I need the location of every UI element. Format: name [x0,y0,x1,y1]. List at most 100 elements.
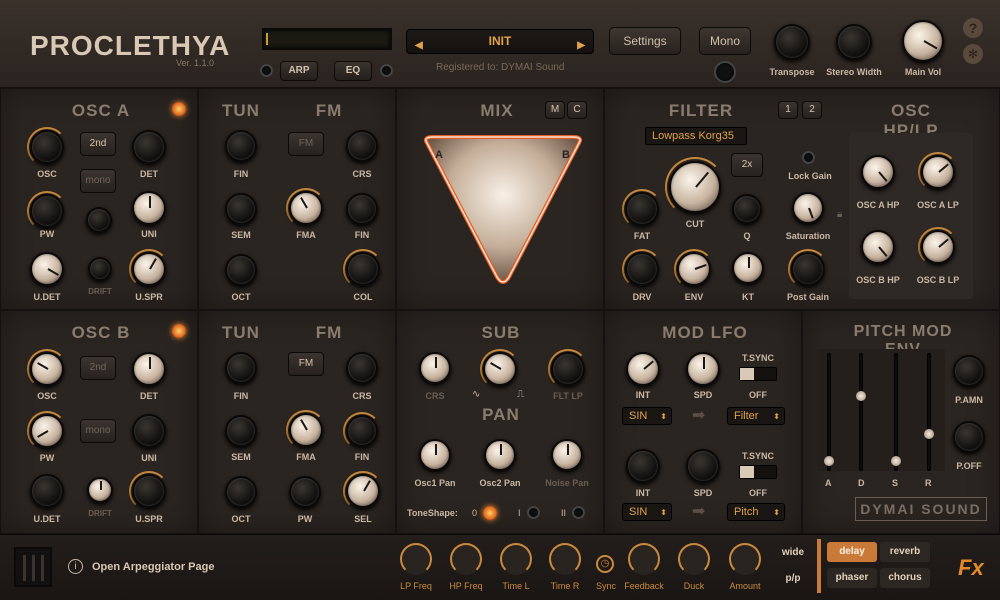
sync-clock-icon[interactable]: ◷ [596,555,614,573]
tun-b-crs-knob[interactable] [346,352,378,384]
osc1-pan-knob[interactable] [419,439,451,471]
osc-a-mid-knob[interactable] [86,207,112,233]
preset-next-icon[interactable]: ▶ [577,34,585,57]
hp-freq-knob[interactable] [450,543,482,575]
filter-2x-button[interactable]: 2x [731,153,763,177]
tun-a-fin-knob[interactable] [225,130,257,162]
tun-b-sem-knob[interactable] [225,415,257,447]
osc2-pan-knob[interactable] [484,439,516,471]
osc-a-udet-knob[interactable] [30,252,64,286]
toneshape-ii-radio[interactable] [572,506,585,519]
env-s-slider[interactable] [891,455,901,466]
phaser-button[interactable]: phaser [827,568,877,588]
filter-q-knob[interactable] [732,194,762,224]
fm-b-button[interactable]: FM [288,352,324,376]
filter-kt-knob[interactable] [732,252,764,284]
stereo-width-knob[interactable] [836,24,872,60]
lfo1-int-knob[interactable] [626,352,660,386]
gear-icon[interactable]: ✻ [963,44,983,64]
lfo2-dest-dropdown[interactable]: Pitch ⬍ [727,503,785,521]
mix-c-button[interactable]: C [567,101,587,119]
osc-a-uni-knob[interactable] [132,191,166,225]
tun-b-fin2-knob[interactable] [346,415,378,447]
osc-b-det-knob[interactable] [132,352,166,386]
tun-a-fin2-knob[interactable] [346,193,378,225]
sub-wave-knob[interactable] [483,352,517,386]
feedback-knob[interactable] [628,543,660,575]
p-amn-knob[interactable] [953,355,985,387]
filter-env-knob[interactable] [677,252,711,286]
osc-b-hp-knob[interactable] [861,230,895,264]
osc-b-power-icon[interactable] [172,324,186,338]
osc-b-uspr-knob[interactable] [132,474,166,508]
osc-a-det-knob[interactable] [132,130,166,164]
main-vol-knob[interactable] [902,20,944,62]
time-l-knob[interactable] [500,543,532,575]
osc-a-mono-button[interactable]: mono [80,169,116,193]
arp-button[interactable]: ARP [280,61,318,81]
osc-b-mono-button[interactable]: mono [80,419,116,443]
arp-grid-icon[interactable] [14,547,52,587]
env-a-slider[interactable] [824,455,834,466]
saturation-knob[interactable] [792,192,824,224]
env-d-slider[interactable] [856,390,866,401]
tun-b-sel-knob[interactable] [346,474,380,508]
filter-fat-knob[interactable] [625,192,659,226]
chorus-button[interactable]: chorus [880,568,930,588]
transpose-knob[interactable] [774,24,810,60]
filter-2-button[interactable]: 2 [802,101,822,119]
osc-b-drift-knob[interactable] [87,477,113,503]
osc-a-uspr-knob[interactable] [132,252,166,286]
pp-button[interactable]: p/p [775,569,811,589]
lfo2-int-knob[interactable] [626,449,660,483]
preset-prev-icon[interactable]: ◀ [415,34,423,57]
tun-a-crs-knob[interactable] [346,130,378,162]
filter-drv-knob[interactable] [625,252,659,286]
osc-b-osc-knob[interactable] [30,352,64,386]
lfo1-dest-dropdown[interactable]: Filter ⬍ [727,407,785,425]
tun-a-oct-knob[interactable] [225,254,257,286]
sub-flt-lp-knob[interactable] [551,352,585,386]
osc-a-lp-knob[interactable] [921,155,955,189]
lfo2-spd-knob[interactable] [686,449,720,483]
osc-a-pw-knob[interactable] [30,194,64,228]
lock-gain-led[interactable] [802,151,815,164]
osc-b-pw-knob[interactable] [30,414,64,448]
tun-b-pw-knob[interactable] [289,476,321,508]
lfo1-spd-knob[interactable] [686,352,720,386]
eq-led[interactable] [380,64,393,77]
osc-a-2nd-button[interactable]: 2nd [80,132,116,156]
lp-freq-knob[interactable] [400,543,432,575]
preset-selector[interactable]: ◀ INIT ▶ [406,29,594,54]
delay-button[interactable]: delay [827,542,877,562]
tun-a-col-knob[interactable] [346,252,380,286]
help-icon[interactable]: ? [963,18,983,38]
env-r-slider[interactable] [924,428,934,439]
duck-knob[interactable] [678,543,710,575]
sub-crs-knob[interactable] [419,352,451,384]
osc-b-udet-knob[interactable] [30,474,64,508]
toneshape-i-radio[interactable] [527,506,540,519]
reverb-button[interactable]: reverb [880,542,930,562]
amount-knob[interactable] [729,543,761,575]
time-r-knob[interactable] [549,543,581,575]
mix-m-button[interactable]: M [545,101,565,119]
osc-b-lp-knob[interactable] [921,230,955,264]
tun-b-fin-knob[interactable] [225,352,257,384]
lfo1-wave-dropdown[interactable]: SIN ⬍ [622,407,672,425]
osc-b-uni-knob[interactable] [132,414,166,448]
lfo1-tsync-toggle[interactable] [739,367,777,381]
lfo2-tsync-toggle[interactable] [739,465,777,479]
tun-b-oct-knob[interactable] [225,476,257,508]
post-gain-knob[interactable] [791,252,825,286]
osc-a-osc-knob[interactable] [30,130,64,164]
fm-a-fma-knob[interactable] [289,191,323,225]
fm-a-button[interactable]: FM [288,132,324,156]
lfo2-wave-dropdown[interactable]: SIN ⬍ [622,503,672,521]
osc-a-hp-knob[interactable] [861,155,895,189]
settings-button[interactable]: Settings [609,27,681,55]
filter-1-button[interactable]: 1 [778,101,798,119]
p-off-knob[interactable] [953,421,985,453]
noise-pan-knob[interactable] [551,439,583,471]
osc-a-power-icon[interactable] [172,102,186,116]
